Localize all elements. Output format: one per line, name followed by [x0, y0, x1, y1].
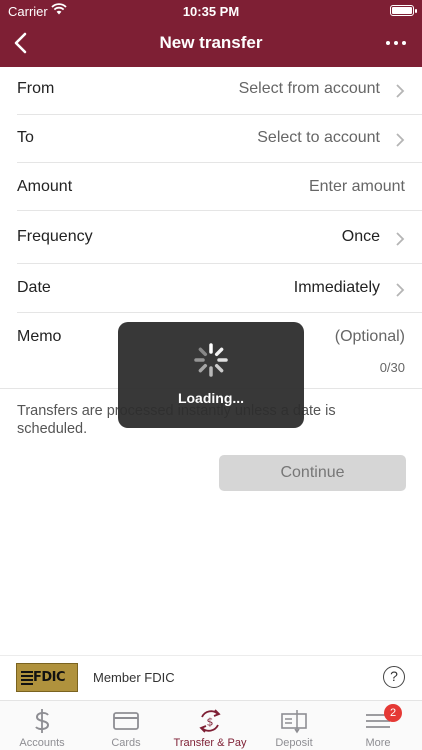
tab-bar: Accounts Cards $ Transfer & Pay Deposit [0, 700, 422, 750]
notification-badge: 2 [384, 704, 402, 722]
tab-label: Cards [111, 737, 141, 749]
date-label: Date [17, 279, 51, 296]
check-deposit-icon [281, 710, 307, 734]
date-value: Immediately [293, 279, 380, 296]
tab-label: More [365, 737, 391, 749]
card-icon [113, 712, 139, 730]
divider [0, 655, 422, 656]
chevron-right-icon [396, 133, 405, 147]
date-row[interactable]: Date Immediately [0, 264, 422, 312]
memo-input[interactable]: (Optional) [335, 328, 405, 346]
header-bar: Carrier 10:35 PM New transfer [0, 0, 422, 67]
member-fdic-text: Member FDIC [93, 670, 175, 685]
from-label: From [17, 80, 55, 97]
amount-input[interactable]: Enter amount [309, 178, 405, 196]
battery-icon [390, 5, 417, 16]
to-label: To [17, 129, 34, 146]
tab-label: Accounts [19, 737, 65, 749]
tab-label: Transfer & Pay [173, 737, 247, 749]
tab-accounts[interactable]: Accounts [0, 701, 84, 750]
memo-label: Memo [17, 328, 62, 345]
status-bar: Carrier 10:35 PM [0, 0, 422, 24]
help-icon[interactable]: ? [383, 666, 405, 688]
to-row[interactable]: To Select to account [0, 115, 422, 162]
loading-text: Loading... [177, 390, 245, 406]
tab-more[interactable]: 2 More [336, 701, 420, 750]
dollar-icon [35, 709, 50, 733]
chevron-right-icon [396, 84, 405, 98]
from-value: Select from account [238, 80, 380, 97]
fdic-stripes-icon [21, 671, 33, 685]
tab-cards[interactable]: Cards [84, 701, 168, 750]
svg-text:$: $ [207, 716, 214, 729]
tab-deposit[interactable]: Deposit [252, 701, 336, 750]
amount-label: Amount [17, 178, 73, 195]
tab-label: Deposit [275, 737, 313, 749]
chevron-right-icon [396, 283, 405, 297]
transfer-icon: $ [199, 709, 221, 733]
chevron-right-icon [396, 232, 405, 246]
more-options-icon[interactable] [384, 33, 408, 53]
tab-transfer-pay[interactable]: $ Transfer & Pay [168, 701, 252, 750]
to-value: Select to account [257, 129, 380, 146]
fdic-logo-text: FDIC [33, 670, 66, 685]
amount-row[interactable]: Amount Enter amount [0, 163, 422, 210]
fdic-logo: FDIC [16, 663, 78, 692]
frequency-value: Once [341, 228, 380, 245]
frequency-row[interactable]: Frequency Once [0, 211, 422, 263]
spinner-icon [194, 343, 228, 377]
clock: 10:35 PM [182, 4, 240, 19]
page-title: New transfer [159, 33, 263, 52]
frequency-label: Frequency [17, 228, 93, 245]
continue-button[interactable]: Continue [219, 455, 406, 491]
loading-overlay: Loading... [118, 322, 304, 428]
memo-char-counter: 0/30 [379, 360, 405, 375]
from-row[interactable]: From Select from account [0, 67, 422, 114]
